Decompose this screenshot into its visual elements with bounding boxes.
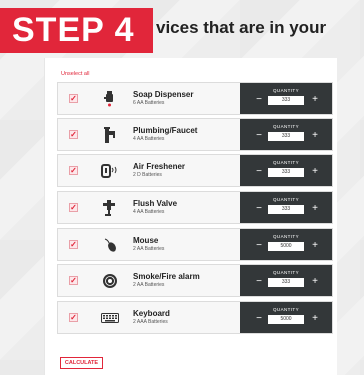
decrement-button[interactable]: − <box>254 167 264 177</box>
device-battery: 4 AA Batteries <box>133 209 165 215</box>
device-name: Soap Dispenser <box>133 90 194 99</box>
decrement-button[interactable]: − <box>254 204 264 214</box>
step-badge: STEP 4 <box>0 8 153 53</box>
device-battery: 2 AA Batteries <box>133 246 165 252</box>
quantity-stepper: QUANTITY − 333 + <box>240 119 332 150</box>
quantity-stepper: QUANTITY − 333 + <box>240 265 332 296</box>
device-row-air-freshener: ✓ Air Freshener 2 D Batteries QUANTITY −… <box>57 154 333 187</box>
quantity-label: QUANTITY <box>273 124 299 129</box>
quantity-input[interactable]: 333 <box>268 96 304 105</box>
quantity-input[interactable]: 333 <box>268 205 304 214</box>
device-row-soap-dispenser: ✓ Soap Dispenser 6 AA Batteries QUANTITY… <box>57 82 333 115</box>
quantity-label: QUANTITY <box>273 160 299 165</box>
page-heading: vices that are in your <box>156 18 327 37</box>
increment-button[interactable]: + <box>310 241 320 251</box>
device-checkbox[interactable]: ✓ <box>69 166 78 175</box>
device-checkbox[interactable]: ✓ <box>69 313 78 322</box>
increment-button[interactable]: + <box>310 277 320 287</box>
device-battery: 6 AA Batteries <box>133 100 165 106</box>
quantity-label: QUANTITY <box>273 307 299 312</box>
decrement-button[interactable]: − <box>254 314 264 324</box>
quantity-stepper: QUANTITY − 333 + <box>240 192 332 223</box>
keyboard-icon <box>101 309 119 327</box>
device-battery: 2 D Batteries <box>133 172 162 178</box>
decrement-button[interactable]: − <box>254 131 264 141</box>
device-name: Smoke/Fire alarm <box>133 272 200 281</box>
calculate-button[interactable]: CALCULATE <box>60 357 103 369</box>
quantity-stepper: QUANTITY − 333 + <box>240 155 332 186</box>
device-name: Plumbing/Faucet <box>133 126 198 135</box>
device-checkbox[interactable]: ✓ <box>69 130 78 139</box>
device-name: Flush Valve <box>133 199 178 208</box>
quantity-label: QUANTITY <box>273 88 299 93</box>
device-row-keyboard: ✓ Keyboard 2 AAA Batteries QUANTITY − 50… <box>57 301 333 334</box>
quantity-stepper: QUANTITY − 5000 + <box>240 229 332 260</box>
device-checkbox[interactable]: ✓ <box>69 240 78 249</box>
quantity-input[interactable]: 333 <box>268 168 304 177</box>
device-name: Air Freshener <box>133 162 186 171</box>
quantity-input[interactable]: 333 <box>268 278 304 287</box>
quantity-label: QUANTITY <box>273 234 299 239</box>
increment-button[interactable]: + <box>310 314 320 324</box>
air-freshener-icon <box>101 162 119 180</box>
device-battery: 4 AA Batteries <box>133 136 165 142</box>
increment-button[interactable]: + <box>310 167 320 177</box>
increment-button[interactable]: + <box>310 131 320 141</box>
unselect-all-link[interactable]: Unselect all <box>61 71 89 77</box>
decrement-button[interactable]: − <box>254 277 264 287</box>
quantity-stepper: QUANTITY − 333 + <box>240 83 332 114</box>
device-row-flush-valve: ✓ Flush Valve 4 AA Batteries QUANTITY − … <box>57 191 333 224</box>
device-battery: 2 AA Batteries <box>133 282 165 288</box>
quantity-input[interactable]: 5000 <box>268 315 304 324</box>
faucet-icon <box>101 126 119 144</box>
decrement-button[interactable]: − <box>254 241 264 251</box>
quantity-label: QUANTITY <box>273 270 299 275</box>
device-name: Mouse <box>133 236 159 245</box>
soap-dispenser-icon <box>101 90 119 108</box>
device-checkbox[interactable]: ✓ <box>69 94 78 103</box>
device-name: Keyboard <box>133 309 170 318</box>
device-battery: 2 AAA Batteries <box>133 319 168 325</box>
device-row-smoke-fire-alarm: ✓ Smoke/Fire alarm 2 AA Batteries QUANTI… <box>57 264 333 297</box>
smoke-alarm-icon <box>101 272 119 290</box>
device-checkbox[interactable]: ✓ <box>69 276 78 285</box>
quantity-input[interactable]: 333 <box>268 132 304 141</box>
device-checkbox[interactable]: ✓ <box>69 203 78 212</box>
quantity-input[interactable]: 5000 <box>268 242 304 251</box>
device-row-plumbing-faucet: ✓ Plumbing/Faucet 4 AA Batteries QUANTIT… <box>57 118 333 151</box>
device-row-mouse: ✓ Mouse 2 AA Batteries QUANTITY − 5000 + <box>57 228 333 261</box>
increment-button[interactable]: + <box>310 95 320 105</box>
mouse-icon <box>101 236 119 254</box>
quantity-stepper: QUANTITY − 5000 + <box>240 302 332 333</box>
flush-valve-icon <box>101 199 119 217</box>
decrement-button[interactable]: − <box>254 95 264 105</box>
increment-button[interactable]: + <box>310 204 320 214</box>
quantity-label: QUANTITY <box>273 197 299 202</box>
